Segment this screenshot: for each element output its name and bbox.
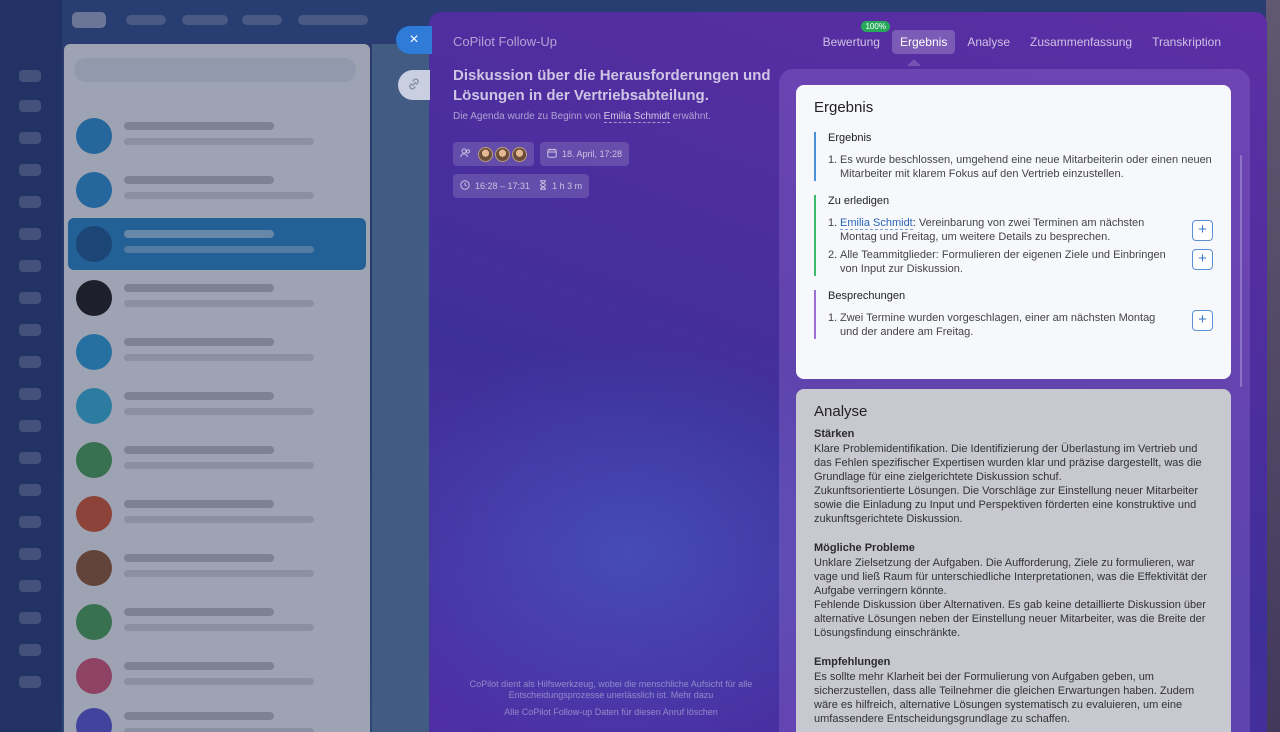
assignee-link[interactable]: Emilia Schmidt (840, 217, 913, 230)
delete-data-link[interactable]: Alle CoPilot Follow-up Daten für diesen … (453, 707, 769, 717)
block-title: Mögliche Probleme (814, 542, 915, 554)
calendar-icon (547, 148, 557, 161)
tab-label: Bewertung (822, 35, 880, 49)
copy-link-button[interactable] (398, 70, 430, 100)
tab-transkription[interactable]: Transkription (1144, 30, 1229, 54)
copilot-followup-panel: CoPilot Follow-Up Bewertung 100% Ergebni… (429, 12, 1267, 732)
add-task-button[interactable]: + (1192, 249, 1213, 270)
section-todo: Zu erledigen 1. Emilia Schmidt: Vereinba… (814, 195, 1213, 276)
clock-icon (460, 179, 470, 193)
plus-icon: + (1198, 250, 1207, 267)
hourglass-icon (539, 179, 547, 193)
agenda-prefix: Die Agenda wurde zu Beginn von (453, 111, 601, 122)
block-title: Stärken (814, 428, 855, 440)
background-sidebar-rail (0, 0, 62, 732)
section-title: Zu erledigen (828, 195, 890, 207)
section-title: Ergebnis (828, 132, 872, 144)
block-title: Empfehlungen (814, 656, 891, 668)
analysis-problems: Mögliche Probleme Unklare Zielsetzung de… (814, 542, 1213, 640)
background-edge (1266, 0, 1280, 732)
tab-zusammenfassung[interactable]: Zusammenfassung (1022, 30, 1140, 54)
block-text: Klare Problemidentifikation. Die Identif… (814, 443, 1202, 483)
block-text: Zukunftsorientierte Lösungen. Die Vorsch… (814, 485, 1198, 525)
add-task-button[interactable]: + (1192, 220, 1213, 241)
tab-label: Ergebnis (899, 35, 948, 49)
date-chip: 18. April, 17:28 (540, 142, 630, 166)
list-item: 1. Es wurde beschlossen, umgehend eine ne… (828, 154, 1212, 180)
background-chat-list (64, 44, 370, 732)
list-item: 2. Alle Teammitglieder: Formulieren der e… (828, 248, 1213, 276)
tab-bewertung[interactable]: Bewertung 100% (815, 21, 890, 54)
block-text: Unklare Zielsetzung der Aufgaben. Die Au… (814, 557, 1207, 597)
panel-title: CoPilot Follow-Up (453, 34, 558, 49)
agenda-suffix: erwähnt. (672, 111, 711, 122)
result-card: Ergebnis Ergebnis 1. Es wurde beschlossen… (796, 85, 1231, 379)
participants-chip[interactable] (453, 142, 534, 166)
tab-bar: Bewertung 100% Ergebnis Analyse Zusammen… (815, 21, 1229, 54)
add-meeting-button[interactable]: + (1192, 310, 1213, 331)
avatar (512, 146, 527, 162)
time-chip: 16:28 – 17:31 1 h 3 m (453, 174, 590, 198)
tab-label: Zusammenfassung (1030, 35, 1133, 49)
block-text: Es sollte mehr Klarheit bei der Formulie… (814, 671, 1195, 725)
agenda-person-link[interactable]: Emilia Schmidt (603, 111, 670, 123)
score-badge: 100% (861, 21, 890, 32)
analysis-strengths: Stärken Klare Problemidentifikation. Die… (814, 428, 1213, 526)
disclaimer: CoPilot dient als Hilfswerkzeug, wobei d… (453, 679, 769, 701)
section-accent-bar (814, 195, 816, 276)
close-icon: × (409, 31, 419, 48)
meeting-duration: 1 h 3 m (552, 181, 583, 191)
link-icon (407, 77, 421, 94)
meeting-time-range: 16:28 – 17:31 (475, 181, 531, 191)
analysis-card: Analyse Stärken Klare Problemidentifikat… (796, 389, 1231, 732)
tab-ergebnis[interactable]: Ergebnis (891, 30, 956, 54)
item-text: Zwei Termine wurden vorgeschlagen, einer… (840, 312, 1156, 338)
active-tab-pointer (907, 59, 921, 66)
plus-icon: + (1198, 311, 1207, 328)
section-accent-bar (814, 290, 816, 339)
avatar (495, 146, 510, 162)
scrollbar[interactable] (1240, 155, 1242, 387)
tab-label: Transkription (1152, 35, 1221, 49)
section-accent-bar (814, 132, 816, 181)
block-text: Fehlende Diskussion über Alternativen. E… (814, 599, 1206, 639)
plus-icon: + (1198, 221, 1207, 238)
tab-analyse[interactable]: Analyse (959, 30, 1018, 54)
background-chat-area (372, 44, 432, 732)
meeting-title: Diskussion über die Herausforderungen un… (453, 67, 771, 104)
analysis-recommendations: Empfehlungen Es sollte mehr Klarheit bei… (814, 656, 1213, 726)
meeting-date: 18. April, 17:28 (562, 149, 623, 159)
section-meetings: Besprechungen 1. Zwei Termine wurden vorg… (814, 290, 1213, 339)
result-heading: Ergebnis (814, 99, 874, 116)
analysis-heading: Analyse (814, 403, 868, 420)
section-title: Besprechungen (828, 290, 906, 302)
item-text: Alle Teammitglieder: Formulieren der eig… (840, 249, 1166, 275)
participant-avatars (476, 146, 527, 162)
close-panel-button[interactable]: × (396, 26, 432, 54)
people-icon (460, 148, 471, 161)
list-item: 1. Zwei Termine wurden vorgeschlagen, ein… (828, 310, 1213, 339)
tab-label: Analyse (967, 35, 1011, 49)
agenda-note: Die Agenda wurde zu Beginn von Emilia Sc… (453, 111, 711, 123)
item-text: Es wurde beschlossen, umgehend eine neue… (840, 154, 1212, 180)
list-item: 1. Emilia Schmidt: Vereinbarung von zwei… (828, 216, 1213, 244)
learn-more-link[interactable]: Mehr dazu (671, 690, 714, 700)
section-result: Ergebnis 1. Es wurde beschlossen, umgehen… (814, 132, 1213, 181)
avatar (478, 146, 493, 162)
